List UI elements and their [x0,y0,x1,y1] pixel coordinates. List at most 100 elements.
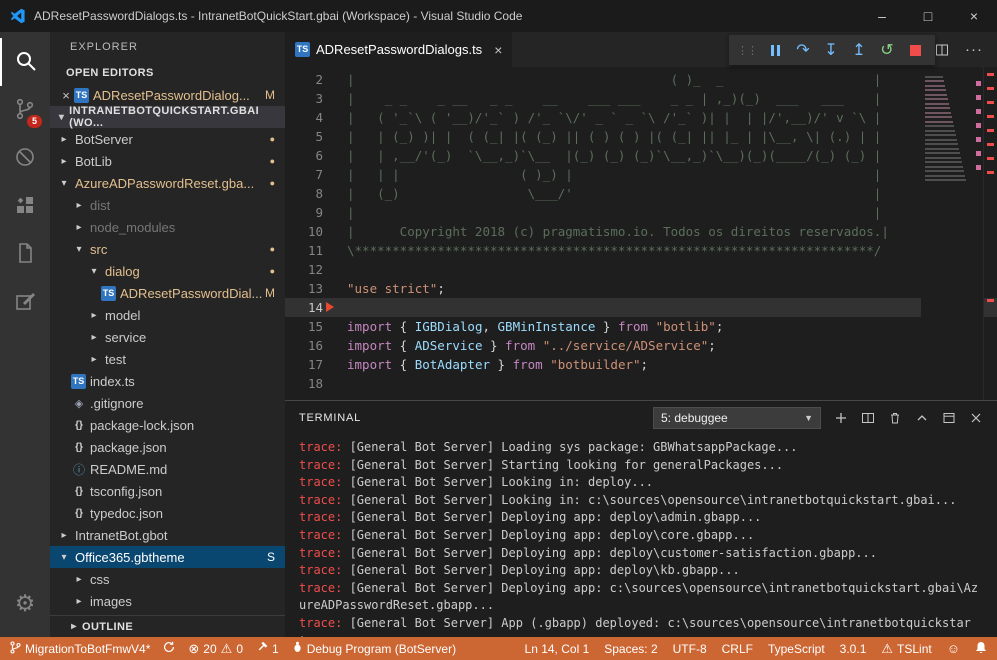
tree-item[interactable]: ▸css [50,568,285,590]
code-line[interactable]: 8| (_) \___/' | [285,184,997,203]
tree-item[interactable]: ▸node_modules [50,216,285,238]
eol-item[interactable]: CRLF [722,642,753,656]
error-mark [987,73,994,76]
token: import [347,319,392,334]
code-line[interactable]: 16import { ADService } from "../service/… [285,336,997,355]
tree-item[interactable]: ⓘREADME.md [50,458,285,480]
tree-item[interactable]: {}package-lock.json [50,414,285,436]
code-line[interactable]: 11\*************************************… [285,241,997,260]
extensions-activity-button[interactable] [0,182,50,230]
more-actions-icon[interactable]: ··· [965,41,983,58]
tree-item[interactable]: ▸dist [50,194,285,216]
code-line[interactable]: 15import { IGBDialog, GBMinInstance } fr… [285,317,997,336]
tree-item[interactable]: {}tsconfig.json [50,480,285,502]
search-activity-button[interactable] [0,38,50,86]
documents-activity-button[interactable] [0,230,50,278]
split-editor-icon[interactable] [935,43,949,57]
tree-item[interactable]: ▾dialog● [50,260,285,282]
pause-button[interactable] [761,37,789,63]
tab-adresetpassworddialogs[interactable]: TS ADResetPasswordDialogs.ts × [285,32,512,67]
step-out-button[interactable]: ↥ [845,37,873,63]
code-line[interactable]: 10| Copyright 2018 (c) pragmatismo.io. T… [285,222,997,241]
tree-item[interactable]: ◈.gitignore [50,392,285,414]
code-line[interactable]: 6| | ,__/'(_) `\__,_)`\__ |(_) (_) (_)`\… [285,146,997,165]
minimap[interactable] [921,67,983,400]
token: "botbuilder" [550,357,640,372]
split-terminal-button[interactable] [861,411,875,425]
extensions-icon [13,193,37,220]
stop-button[interactable] [901,37,929,63]
notifications-item[interactable] [975,641,987,657]
step-over-button[interactable]: ↷ [789,37,817,63]
close-tab-icon[interactable]: × [494,42,502,58]
sync-item[interactable] [163,641,175,656]
code-line[interactable]: 2| ( )_ _ | [285,70,997,89]
terminal-output[interactable]: trace: [General Bot Server] Loading sys … [285,435,997,637]
code-line[interactable]: 14 [285,298,997,317]
drag-handle-icon[interactable]: ⋮⋮ [737,44,757,57]
tree-item[interactable]: ▸IntranetBot.gbot [50,524,285,546]
language-mode-item[interactable]: TypeScript [768,642,825,656]
panel-layout-button[interactable] [942,411,956,425]
tree-item[interactable]: ▾Office365.gbthemeS [50,546,285,568]
tree-item[interactable]: ▸BotLib● [50,150,285,172]
open-editor-item[interactable]: × TS ADResetPasswordDialog... M [50,84,285,106]
tree-item[interactable]: ▸service [50,326,285,348]
git-branch-item[interactable]: MigrationToBotFmwV4* [10,641,150,657]
tree-item[interactable]: TSindex.ts [50,370,285,392]
tree-item[interactable]: ▸images [50,590,285,612]
minimap-line [925,157,961,159]
settings-button[interactable]: ⚙ [0,579,50,627]
tree-item[interactable]: ▸BotServer● [50,128,285,150]
close-panel-button[interactable] [969,411,983,425]
indentation-item[interactable]: Spaces: 2 [604,642,657,656]
tree-item[interactable]: {}package.json [50,436,285,458]
tree-item-label: test [105,352,126,367]
tool-item[interactable]: 1 [256,641,279,656]
token: | ( )_ _ | [347,72,881,87]
code-line[interactable]: 18 [285,374,997,393]
source-control-activity-button[interactable]: 5 [0,86,50,134]
code-line[interactable]: 4| ( '_`\ ( '__)/'_` ) /'_ `\/' _ ` _ `\… [285,108,997,127]
tree-item[interactable]: TSADResetPasswordDial...M [50,282,285,304]
tslint-item[interactable]: ⚠ TSLint [881,642,931,656]
close-editor-icon[interactable]: × [58,88,74,103]
step-over-icon: ↷ [796,40,809,60]
error-mark [976,137,981,142]
minimap-line [925,139,957,141]
kill-terminal-button[interactable] [888,411,902,425]
ts-version-item[interactable]: 3.0.1 [840,642,867,656]
maximize-button[interactable]: □ [905,0,951,32]
code-line[interactable]: 5| | (_) )| | ( (_| |( (_) || ( ) ( ) |(… [285,127,997,146]
cursor-position-item[interactable]: Ln 14, Col 1 [525,642,590,656]
minimize-button[interactable]: – [859,0,905,32]
terminal-tab[interactable]: TERMINAL [299,412,361,424]
tree-item[interactable]: ▸model [50,304,285,326]
code-line[interactable]: 13"use strict"; [285,279,997,298]
code-line[interactable]: 9| | [285,203,997,222]
code-editor[interactable]: 2| ( )_ _ |3| _ _ _ __ _ _ __ ___ ___ _ … [285,67,997,400]
tree-item[interactable]: ▸test [50,348,285,370]
tree-item[interactable]: ▾AzureADPasswordReset.gba...● [50,172,285,194]
code-line[interactable]: 7| | | ( )_) | | [285,165,997,184]
restart-button[interactable]: ↺ [873,37,901,63]
workspace-section-header[interactable]: ▾ INTRANETBOTQUICKSTART.GBAI (WO... [50,106,285,128]
code-line[interactable]: 17import { BotAdapter } from "botbuilder… [285,355,997,374]
debug-activity-button[interactable] [0,134,50,182]
encoding-item[interactable]: UTF-8 [673,642,707,656]
tree-item[interactable]: {}typedoc.json [50,502,285,524]
outline-section-header[interactable]: ▸ OUTLINE [50,615,285,637]
code-line[interactable]: 3| _ _ _ __ _ _ __ ___ ___ _ _ | ,_)(_) … [285,89,997,108]
close-button[interactable]: × [951,0,997,32]
feedback-item[interactable]: ☺ [947,642,960,655]
problems-item[interactable]: ⊗ 20 ⚠ 0 [188,642,243,656]
tree-item[interactable]: ▾src● [50,238,285,260]
maximize-panel-button[interactable] [915,411,929,425]
step-into-button[interactable]: ↧ [817,37,845,63]
open-editors-header[interactable]: OPEN EDITORS [50,62,285,84]
terminal-instance-select[interactable]: 5: debuggee ▼ [653,407,821,429]
debug-status-item[interactable]: Debug Program (BotServer) [292,641,456,656]
code-line[interactable]: 12 [285,260,997,279]
new-terminal-button[interactable] [834,411,848,425]
edit-activity-button[interactable] [0,278,50,326]
